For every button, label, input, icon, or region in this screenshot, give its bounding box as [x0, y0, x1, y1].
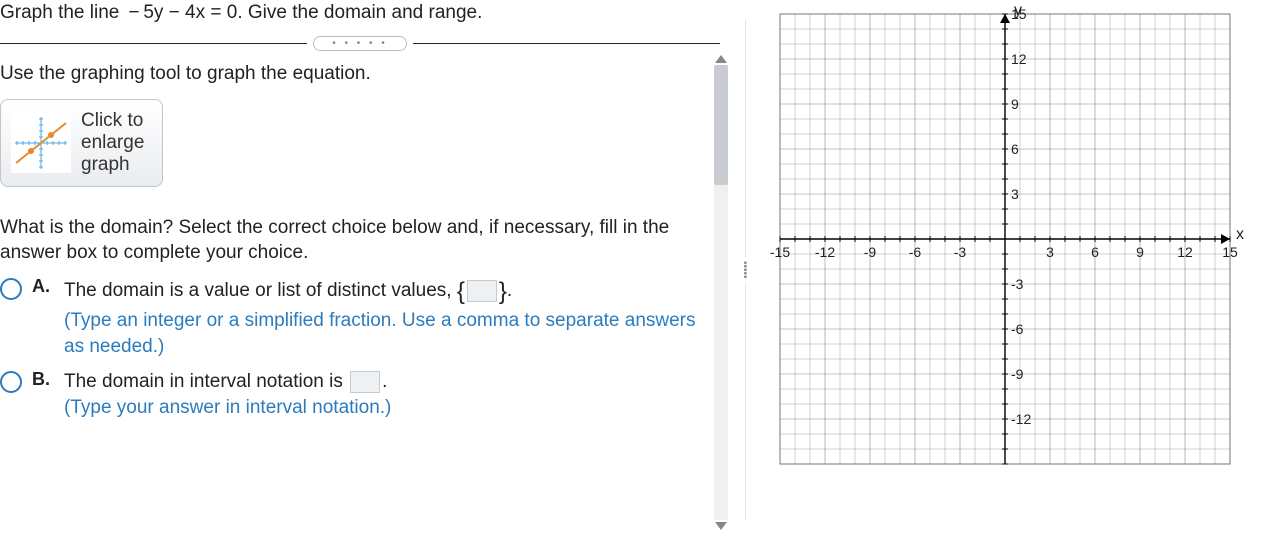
choice-b-body: The domain in interval notation is . (Ty…	[64, 369, 391, 420]
graph-panel: -15-12-9-6-33691215-12-9-6-33691215 y x	[760, 0, 1273, 540]
x-axis-label: x	[1236, 226, 1244, 244]
divider-line-right	[413, 43, 720, 44]
svg-text:-6: -6	[1011, 321, 1024, 337]
svg-text:-3: -3	[954, 244, 967, 260]
svg-text:6: 6	[1011, 141, 1019, 157]
svg-text:6: 6	[1091, 244, 1099, 260]
svg-text:9: 9	[1011, 96, 1019, 112]
svg-text:9: 9	[1136, 244, 1144, 260]
y-axis-label: y	[1014, 2, 1022, 20]
enlarge-line-1: Click to	[81, 110, 144, 132]
enlarge-line-2: enlarge	[81, 132, 144, 154]
left-brace-icon: {	[457, 278, 465, 305]
choice-b-text-after: .	[382, 371, 387, 392]
question-text: Graph the line − 5y − 4x = 0. Give the d…	[0, 0, 720, 28]
enlarge-button-label: Click to enlarge graph	[81, 110, 144, 176]
choice-b-input[interactable]	[350, 371, 380, 393]
svg-text:-9: -9	[1011, 366, 1024, 382]
radio-b[interactable]	[0, 371, 22, 393]
scroll-down-icon[interactable]	[715, 522, 727, 530]
svg-text:12: 12	[1011, 51, 1027, 67]
svg-text:3: 3	[1046, 244, 1054, 260]
choice-a-label: A.	[32, 276, 50, 297]
choice-a-input[interactable]	[467, 280, 497, 302]
choice-a-text-before: The domain is a value or list of distinc…	[64, 280, 457, 301]
scroll-track[interactable]	[714, 65, 728, 520]
enlarge-graph-button[interactable]: Click to enlarge graph	[0, 99, 163, 187]
splitter-handle[interactable]: •••••	[741, 257, 749, 283]
choice-a-body: The domain is a value or list of distinc…	[64, 276, 720, 360]
scroll-thumb[interactable]	[714, 65, 728, 185]
svg-text:-9: -9	[864, 244, 877, 260]
collapse-handle[interactable]: • • • • •	[313, 36, 407, 51]
splitter-line-bottom	[745, 283, 746, 520]
svg-text:-12: -12	[815, 244, 835, 260]
splitter-line-top	[745, 20, 746, 257]
svg-text:3: 3	[1011, 186, 1019, 202]
choice-b-text-before: The domain in interval notation is	[64, 371, 348, 392]
panel-splitter[interactable]: •••••	[730, 0, 760, 540]
radio-a[interactable]	[0, 278, 22, 300]
enlarge-line-3: graph	[81, 154, 144, 176]
right-brace-icon: }	[499, 278, 507, 305]
splitter-dots-icon: •••••	[742, 261, 746, 279]
question-panel: Graph the line − 5y − 4x = 0. Give the d…	[0, 0, 730, 540]
choice-b-label: B.	[32, 369, 50, 390]
svg-text:-12: -12	[1011, 411, 1031, 427]
svg-text:-3: -3	[1011, 276, 1024, 292]
instruction-text: Use the graphing tool to graph the equat…	[0, 63, 720, 85]
svg-text:-15: -15	[770, 244, 790, 260]
svg-text:-6: -6	[909, 244, 922, 260]
svg-text:12: 12	[1177, 244, 1193, 260]
coordinate-graph[interactable]: -15-12-9-6-33691215-12-9-6-33691215 y x	[770, 4, 1240, 474]
choice-a-hint: (Type an integer or a simplified fractio…	[64, 308, 720, 359]
domain-question: What is the domain? Select the correct c…	[0, 215, 698, 266]
choice-a-text-after: .	[507, 280, 512, 301]
graph-thumbnail-icon	[11, 113, 71, 173]
choice-b-hint: (Type your answer in interval notation.)	[64, 395, 391, 421]
section-divider: • • • • •	[0, 36, 720, 51]
choice-b[interactable]: B. The domain in interval notation is . …	[0, 369, 720, 420]
scroll-up-icon[interactable]	[715, 55, 727, 63]
svg-text:15: 15	[1222, 244, 1238, 260]
scrollbar[interactable]	[712, 55, 730, 530]
choice-a[interactable]: A. The domain is a value or list of dist…	[0, 276, 720, 360]
divider-line-left	[0, 43, 307, 44]
